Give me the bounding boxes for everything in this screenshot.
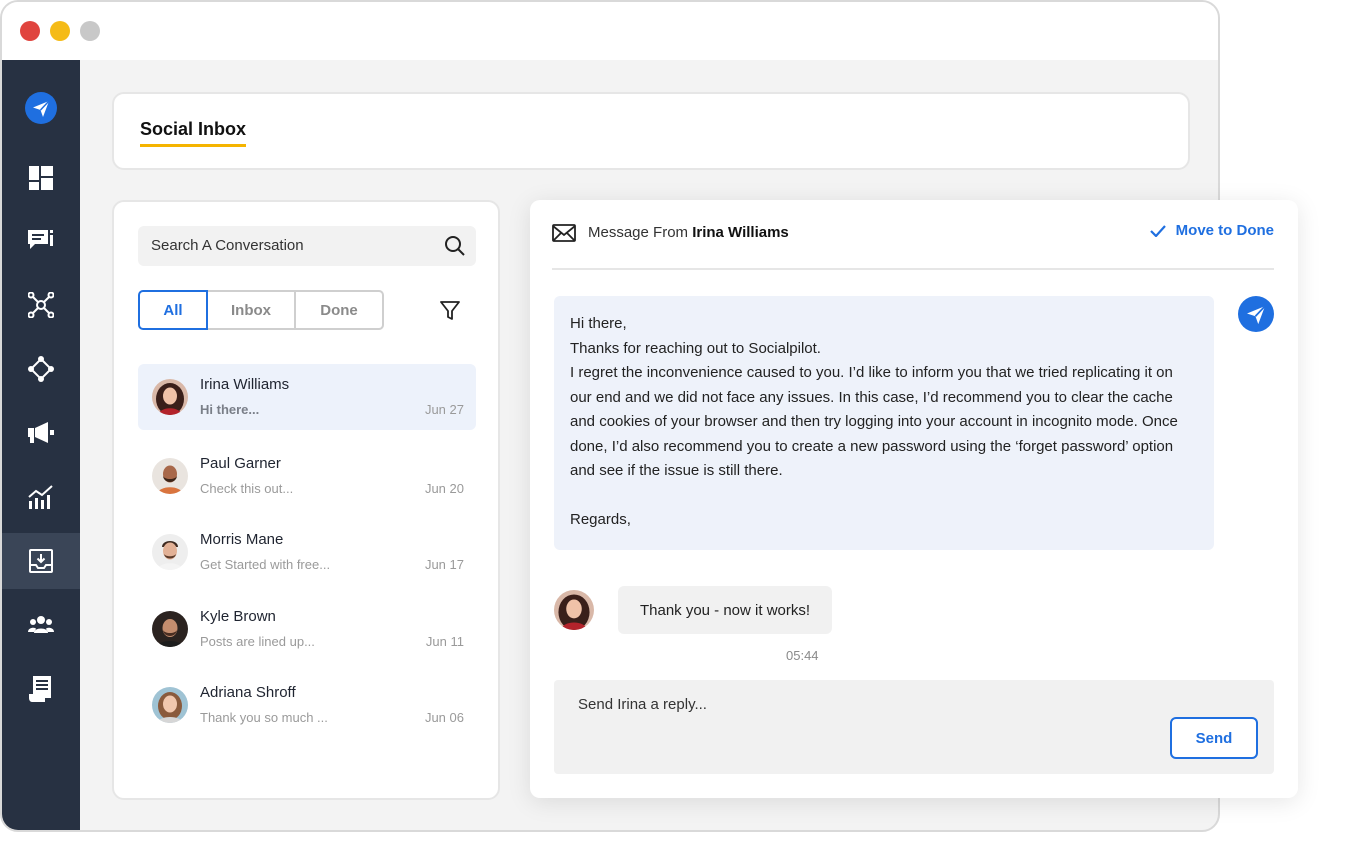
conversation-item-paul-garner[interactable]: Paul Garner Check this out... Jun 20: [138, 443, 476, 509]
conversation-item-morris-mane[interactable]: Morris Mane Get Started with free... Jun…: [138, 519, 476, 585]
avatar: [152, 379, 188, 415]
inbox-icon[interactable]: [2, 533, 80, 589]
conversation-preview: Check this out...: [200, 481, 294, 496]
move-to-done-label: Move to Done: [1175, 222, 1274, 239]
conversation-item-kyle-brown[interactable]: Kyle Brown Posts are lined up... Jun 11: [138, 596, 476, 662]
team-icon[interactable]: [2, 597, 80, 653]
megaphone-icon[interactable]: [2, 405, 80, 461]
header-card: Social Inbox: [112, 92, 1190, 170]
message-header: Message From Irina Williams: [588, 224, 789, 241]
checkmark-icon: [1149, 224, 1166, 237]
message-header-prefix: Message From: [588, 224, 689, 241]
conversation-name: Kyle Brown: [200, 608, 276, 625]
conversation-date: Jun 06: [424, 710, 464, 725]
close-window-button[interactable]: [20, 21, 40, 41]
avatar: [152, 534, 188, 570]
reply-input[interactable]: Send Irina a reply... Send: [554, 680, 1274, 774]
conversation-list-panel: Search A Conversation All Inbox Done Iri…: [112, 200, 500, 800]
avatar: [152, 458, 188, 494]
reports-icon[interactable]: [2, 661, 80, 717]
analytics-icon[interactable]: [2, 469, 80, 525]
conversation-name: Morris Mane: [200, 531, 284, 548]
message-sender: Irina Williams: [692, 224, 789, 241]
sent-message-line: Regards,: [570, 511, 631, 528]
avatar: [152, 611, 188, 647]
divider: [552, 268, 1274, 270]
sent-message-bubble: Hi there, Thanks for reaching out to Soc…: [554, 296, 1214, 550]
conversation-date: Jun 20: [424, 481, 464, 496]
envelope-icon: [552, 224, 576, 242]
conversation-preview: Hi there...: [200, 402, 260, 417]
sidebar: [2, 60, 80, 830]
title-bar: [2, 2, 1218, 60]
connections-icon[interactable]: [2, 341, 80, 397]
search-input[interactable]: Search A Conversation: [138, 226, 476, 266]
conversation-date: Jun 17: [424, 557, 464, 572]
conversation-date: Jun 27: [424, 402, 464, 417]
socialpilot-logo-icon[interactable]: [2, 80, 80, 136]
network-icon[interactable]: [2, 277, 80, 333]
socialpilot-logo-icon: [1238, 296, 1274, 332]
conversation-name: Adriana Shroff: [200, 684, 296, 701]
conversation-item-irina-williams[interactable]: Irina Williams Hi there... Jun 27: [138, 364, 476, 430]
reply-placeholder: Send Irina a reply...: [578, 696, 707, 713]
tab-done[interactable]: Done: [296, 290, 384, 330]
posts-icon[interactable]: [2, 213, 80, 269]
filter-tabs: All Inbox Done: [138, 290, 384, 330]
dashboard-icon[interactable]: [2, 150, 80, 206]
message-timestamp: 05:44: [786, 648, 819, 663]
conversation-preview: Get Started with free...: [200, 557, 331, 572]
search-placeholder: Search A Conversation: [151, 237, 304, 254]
move-to-done-button[interactable]: Move to Done: [1149, 222, 1274, 239]
sent-message-line: Thanks for reaching out to Socialpilot.: [570, 339, 821, 357]
conversation-name: Paul Garner: [200, 455, 281, 472]
tab-inbox[interactable]: Inbox: [208, 290, 296, 330]
conversation-item-adriana-shroff[interactable]: Adriana Shroff Thank you so much ... Jun…: [138, 672, 476, 738]
message-panel: Message From Irina Williams Move to Done…: [530, 200, 1298, 798]
minimize-window-button[interactable]: [50, 21, 70, 41]
conversation-preview: Posts are lined up...: [200, 634, 315, 649]
sent-message-line: Hi there,: [570, 315, 627, 332]
sent-message-line: [570, 484, 1198, 509]
send-button[interactable]: Send: [1170, 717, 1258, 759]
sent-message-line: I regret the inconvenience caused to you…: [570, 364, 1178, 479]
avatar: [152, 687, 188, 723]
maximize-window-button[interactable]: [80, 21, 100, 41]
page-title: Social Inbox: [140, 119, 247, 147]
search-icon[interactable]: [444, 235, 466, 257]
avatar: [554, 590, 594, 630]
conversation-name: Irina Williams: [200, 376, 290, 393]
received-message-bubble: Thank you - now it works!: [618, 586, 832, 634]
tab-all[interactable]: All: [138, 290, 208, 330]
filter-icon[interactable]: [440, 301, 460, 321]
conversation-date: Jun 11: [425, 634, 464, 649]
conversation-preview: Thank you so much ...: [200, 710, 328, 725]
